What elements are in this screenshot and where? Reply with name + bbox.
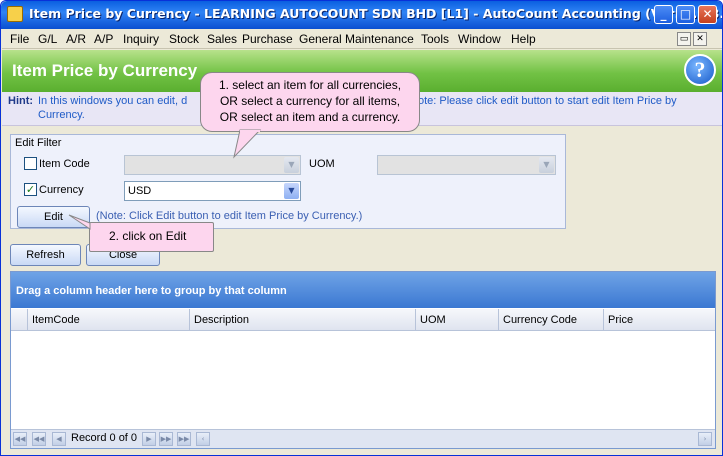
scroll-left-icon[interactable]: ‹ bbox=[196, 432, 210, 446]
mdi-restore-icon[interactable]: ▭ bbox=[677, 32, 691, 46]
page-title: Item Price by Currency bbox=[12, 61, 198, 80]
step-1-pointer bbox=[233, 129, 262, 159]
menu-general-maintenance[interactable]: General Maintenance bbox=[299, 32, 414, 46]
step-2-text: 2. click on Edit bbox=[109, 229, 187, 243]
group-by-panel[interactable]: Drag a column header here to group by th… bbox=[11, 272, 715, 308]
menu-inquiry[interactable]: Inquiry bbox=[123, 32, 159, 46]
last-page-icon[interactable]: ▶▶ bbox=[177, 432, 191, 446]
menu-bar: File G/L A/R A/P Inquiry Stock Sales Pur… bbox=[2, 29, 722, 49]
menu-ar[interactable]: A/R bbox=[66, 32, 86, 46]
item-code-combo[interactable]: ▼ bbox=[124, 155, 301, 175]
hint-text-3: Currency. bbox=[38, 109, 85, 121]
record-navigator: ◀◀ ◀◀ ◀ Record 0 of 0 ▶ ▶▶ ▶▶ ‹ › bbox=[11, 429, 715, 448]
chevron-down-icon[interactable]: ▼ bbox=[539, 157, 554, 173]
step-1-callout: 1. select an item for all currencies, OR… bbox=[200, 72, 420, 132]
help-icon[interactable]: ? bbox=[684, 54, 716, 86]
menu-gl[interactable]: G/L bbox=[38, 32, 57, 46]
next-page-icon[interactable]: ▶▶ bbox=[159, 432, 173, 446]
chevron-down-icon[interactable]: ▼ bbox=[284, 183, 299, 199]
step-2-callout: 2. click on Edit bbox=[89, 222, 214, 252]
scroll-right-icon[interactable]: › bbox=[698, 432, 712, 446]
currency-label: Currency bbox=[39, 184, 84, 196]
step-1-line-1: 1. select an item for all currencies, bbox=[218, 78, 402, 92]
hint-text-1: In this windows you can edit, d bbox=[38, 95, 188, 107]
row-indicator-header bbox=[11, 309, 28, 331]
next-record-icon[interactable]: ▶ bbox=[142, 432, 156, 446]
hint-text-2: ote: Please click edit button to start e… bbox=[418, 95, 677, 107]
close-window-button[interactable]: ✕ bbox=[698, 5, 717, 24]
menu-file[interactable]: File bbox=[10, 32, 29, 46]
previous-page-icon[interactable]: ◀◀ bbox=[32, 432, 46, 446]
window-title: Item Price by Currency - LEARNING AUTOCO… bbox=[29, 6, 723, 21]
menu-stock[interactable]: Stock bbox=[169, 32, 199, 46]
step-2-pointer bbox=[68, 214, 91, 230]
previous-record-icon[interactable]: ◀ bbox=[52, 432, 66, 446]
menu-window[interactable]: Window bbox=[458, 32, 501, 46]
menu-tools[interactable]: Tools bbox=[421, 32, 449, 46]
first-page-icon[interactable]: ◀◀ bbox=[13, 432, 27, 446]
uom-combo[interactable]: ▼ bbox=[377, 155, 556, 175]
uom-label: UOM bbox=[309, 158, 335, 170]
record-count: Record 0 of 0 bbox=[71, 432, 138, 444]
edit-filter-legend: Edit Filter bbox=[15, 137, 62, 149]
main-window: Item Price by Currency - LEARNING AUTOCO… bbox=[0, 0, 723, 456]
currency-combo[interactable]: USD ▼ bbox=[124, 181, 301, 201]
column-header-itemcode[interactable]: ItemCode bbox=[28, 309, 190, 331]
maximize-button[interactable]: □ bbox=[676, 5, 695, 24]
column-header-description[interactable]: Description bbox=[190, 309, 416, 331]
column-header-price[interactable]: Price bbox=[604, 309, 715, 331]
step-1-line-2: OR select a currency for all items, bbox=[219, 94, 401, 108]
refresh-button[interactable]: Refresh bbox=[10, 244, 81, 266]
currency-checkbox[interactable]: ✓ bbox=[24, 183, 37, 196]
hint-label: Hint: bbox=[8, 95, 34, 107]
menu-ap[interactable]: A/P bbox=[94, 32, 113, 46]
chevron-down-icon[interactable]: ▼ bbox=[284, 157, 299, 173]
item-code-checkbox[interactable] bbox=[24, 157, 37, 170]
column-header-uom[interactable]: UOM bbox=[416, 309, 499, 331]
step-1-line-3: OR select an item and a currency. bbox=[219, 110, 401, 124]
minimize-button[interactable]: _ bbox=[654, 5, 673, 24]
app-icon bbox=[7, 6, 23, 22]
mdi-close-icon[interactable]: ✕ bbox=[693, 32, 707, 46]
menu-purchase[interactable]: Purchase bbox=[242, 32, 293, 46]
group-by-hint: Drag a column header here to group by th… bbox=[16, 285, 287, 297]
column-header-currency-code[interactable]: Currency Code bbox=[499, 309, 604, 331]
title-bar[interactable]: Item Price by Currency - LEARNING AUTOCO… bbox=[1, 1, 723, 29]
item-code-label: Item Code bbox=[39, 158, 90, 170]
menu-sales[interactable]: Sales bbox=[207, 32, 237, 46]
menu-help[interactable]: Help bbox=[511, 32, 536, 46]
grid-header-row: ItemCode Description UOM Currency Code P… bbox=[11, 309, 715, 331]
currency-value: USD bbox=[128, 185, 152, 197]
price-grid: Drag a column header here to group by th… bbox=[10, 271, 716, 449]
edit-note: (Note: Click Edit button to edit Item Pr… bbox=[96, 210, 363, 222]
